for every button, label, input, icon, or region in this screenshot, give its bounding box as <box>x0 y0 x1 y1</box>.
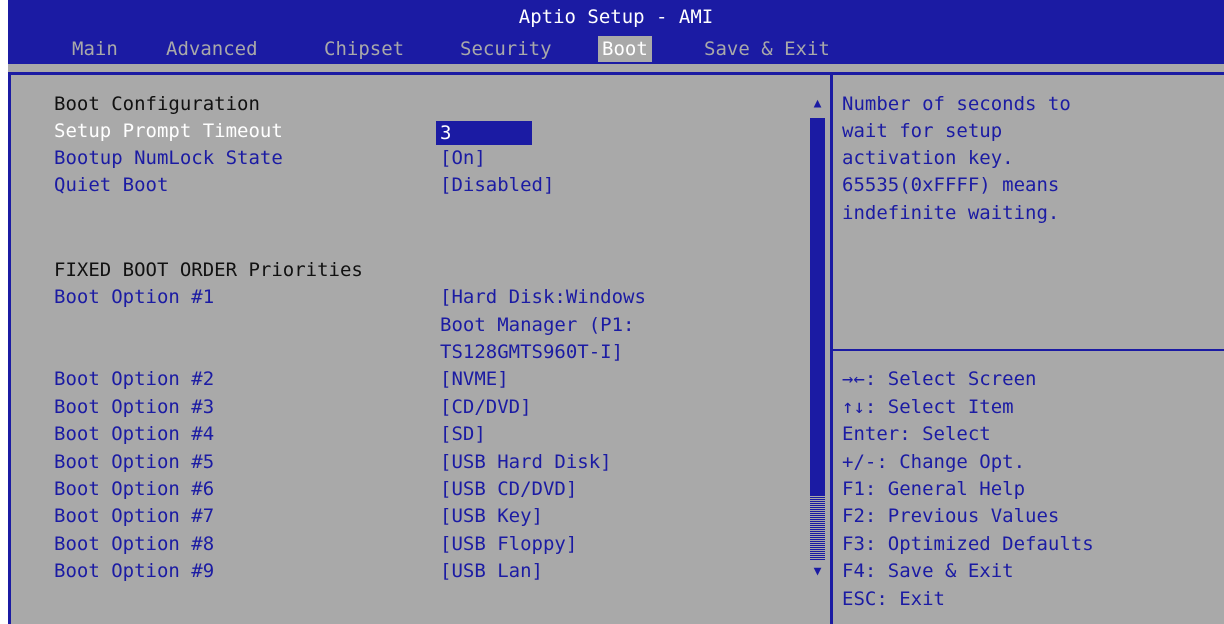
help-text-line: indefinite waiting. <box>842 202 1060 224</box>
key-previous-values: F2: Previous Values <box>842 505 1060 527</box>
numlock-state-label[interactable]: Bootup NumLock State <box>54 145 283 172</box>
tab-chipset[interactable]: Chipset <box>320 36 408 62</box>
boot-option-7-label[interactable]: Boot Option #7 <box>54 503 214 530</box>
boot-option-1-value[interactable]: Boot Manager (P1: <box>440 312 634 339</box>
boot-option-4-label[interactable]: Boot Option #4 <box>54 421 214 448</box>
boot-option-5-value[interactable]: [USB Hard Disk] <box>440 449 612 476</box>
screen-edge <box>0 0 8 624</box>
key-change-opt: +/-: Change Opt. <box>842 451 1026 473</box>
quiet-boot-label[interactable]: Quiet Boot <box>54 172 168 199</box>
title-bar: Aptio Setup - AMI Main Advanced Chipset … <box>8 0 1224 64</box>
panel-border-left <box>8 72 11 624</box>
setup-prompt-timeout-label[interactable]: Setup Prompt Timeout <box>54 118 283 145</box>
key-save-exit: F4: Save & Exit <box>842 560 1014 582</box>
help-text-line: 65535(0xFFFF) means <box>842 174 1060 196</box>
key-general-help: F1: General Help <box>842 478 1026 500</box>
boot-option-1-value[interactable]: [Hard Disk:Windows <box>440 284 646 311</box>
boot-option-3-value[interactable]: [CD/DVD] <box>440 394 532 421</box>
boot-option-9-value[interactable]: [USB Lan] <box>440 558 543 585</box>
boot-option-5-label[interactable]: Boot Option #5 <box>54 449 214 476</box>
tab-advanced[interactable]: Advanced <box>162 36 262 62</box>
boot-option-8-value[interactable]: [USB Floppy] <box>440 531 577 558</box>
setup-prompt-timeout-input[interactable]: 3 <box>436 121 532 145</box>
numlock-state-value[interactable]: [On] <box>440 145 486 172</box>
boot-option-7-value[interactable]: [USB Key] <box>440 503 543 530</box>
key-optimized-defaults: F3: Optimized Defaults <box>842 533 1094 555</box>
tab-save-exit[interactable]: Save & Exit <box>700 36 834 62</box>
scroll-down-arrow-icon[interactable]: ▼ <box>810 565 825 579</box>
boot-option-3-label[interactable]: Boot Option #3 <box>54 394 214 421</box>
boot-config-heading: Boot Configuration <box>54 93 260 115</box>
tab-boot[interactable]: Boot <box>598 36 652 62</box>
key-enter-select: Enter: Select <box>842 423 991 445</box>
boot-option-4-value[interactable]: [SD] <box>440 421 486 448</box>
scrollbar-track[interactable] <box>810 496 825 560</box>
tab-security[interactable]: Security <box>456 36 556 62</box>
boot-option-6-value[interactable]: [USB CD/DVD] <box>440 476 577 503</box>
separator <box>8 64 1224 70</box>
help-text-line: wait for setup <box>842 120 1003 142</box>
boot-option-8-label[interactable]: Boot Option #8 <box>54 531 214 558</box>
help-text-line: activation key. <box>842 147 1014 169</box>
boot-option-6-label[interactable]: Boot Option #6 <box>54 476 214 503</box>
key-select-item: ↑↓: Select Item <box>842 396 1014 418</box>
key-select-screen: →←: Select Screen <box>842 368 1037 390</box>
app-title: Aptio Setup - AMI <box>518 6 714 28</box>
boot-option-2-value[interactable]: [NVME] <box>440 366 509 393</box>
help-panel-separator <box>833 349 1224 351</box>
boot-option-1-label[interactable]: Boot Option #1 <box>54 284 214 311</box>
boot-option-9-label[interactable]: Boot Option #9 <box>54 558 214 585</box>
panel-border-top <box>8 72 1224 75</box>
key-escape-exit: ESC: Exit <box>842 588 945 610</box>
boot-option-1-value[interactable]: TS128GMTS960T-I] <box>440 339 623 366</box>
boot-option-2-label[interactable]: Boot Option #2 <box>54 366 214 393</box>
quiet-boot-value[interactable]: [Disabled] <box>440 172 554 199</box>
scrollbar-thumb[interactable] <box>810 118 825 496</box>
scroll-up-arrow-icon[interactable]: ▲ <box>810 97 825 111</box>
bios-screen: Aptio Setup - AMI Main Advanced Chipset … <box>0 0 1224 624</box>
tab-main[interactable]: Main <box>68 36 122 62</box>
help-text-line: Number of seconds to <box>842 93 1071 115</box>
fixed-boot-order-heading: FIXED BOOT ORDER Priorities <box>54 259 363 281</box>
